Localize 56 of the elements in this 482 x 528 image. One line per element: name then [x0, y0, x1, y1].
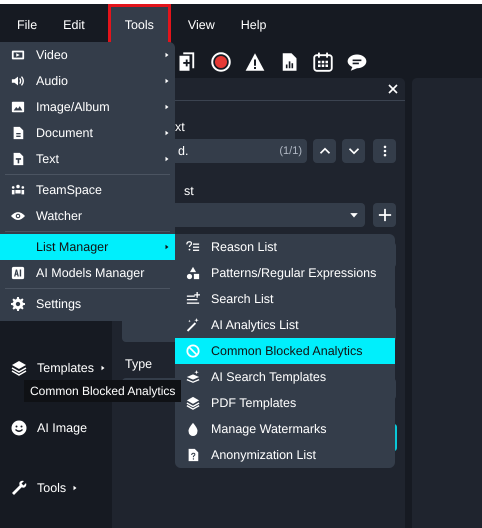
ban-icon: [186, 344, 200, 358]
droplet-icon: [186, 422, 200, 436]
field-label: st: [184, 183, 194, 199]
file-add-icon[interactable]: [176, 52, 196, 72]
people-icon: [11, 183, 25, 197]
menu-tab[interactable]: Help: [230, 4, 278, 46]
wrench-icon[interactable]: [11, 480, 27, 496]
speaker-icon: [11, 74, 25, 88]
menu-item[interactable]: Patterns/Regular Expressions: [175, 260, 395, 286]
menu-item[interactable]: Settings: [0, 291, 175, 317]
record-icon[interactable]: [210, 52, 230, 72]
menu-item[interactable]: TeamSpace: [0, 177, 175, 203]
previous-button[interactable]: [313, 139, 336, 163]
film-icon: [11, 48, 25, 62]
menu-item[interactable]: AI Models Manager: [0, 260, 175, 286]
calendar-icon[interactable]: [312, 52, 332, 72]
plus-icon: [378, 208, 392, 222]
question-list-icon: [186, 240, 200, 254]
file-question-icon: [186, 448, 200, 462]
menu-tab[interactable]: View: [176, 4, 226, 46]
ai-badge-icon: [11, 266, 25, 280]
menu-item[interactable]: List Manager: [0, 234, 175, 260]
chat-icon[interactable]: [346, 52, 366, 72]
text-file-icon: [11, 152, 25, 166]
dropdown-caret-icon: [349, 210, 359, 220]
settings-icon: [11, 297, 25, 311]
sparkle-layers-icon: [186, 370, 200, 384]
shapes-icon: [186, 266, 200, 280]
menu-item[interactable]: Image/Album: [0, 94, 175, 120]
next-button[interactable]: [342, 139, 365, 163]
menu-item[interactable]: Audio: [0, 68, 175, 94]
menu-item[interactable]: Anonymization List: [175, 442, 395, 468]
menu-item[interactable]: Reason List: [175, 234, 395, 260]
add-button[interactable]: [373, 203, 396, 227]
menu-item[interactable]: Search List: [175, 286, 395, 312]
image-icon: [11, 100, 25, 114]
sidebar-item[interactable]: AI Image: [37, 421, 88, 435]
menu-item[interactable]: Common Blocked Analytics: [175, 338, 395, 364]
sidebar-item[interactable]: Templates: [37, 361, 94, 375]
layers-icon[interactable]: [11, 360, 27, 376]
warning-icon[interactable]: [244, 52, 264, 72]
list-add-icon: [186, 292, 200, 306]
more-button[interactable]: [373, 139, 396, 163]
tooltip: Common Blocked Analytics: [24, 380, 182, 402]
menu-item[interactable]: AI Analytics List: [175, 312, 395, 338]
document-icon: [11, 126, 25, 140]
sidebar-item[interactable]: Tools: [37, 481, 66, 495]
field-label: xt: [175, 119, 185, 135]
field-label: Type: [125, 356, 152, 372]
eye-icon: [11, 209, 25, 223]
menu-item[interactable]: Watcher: [0, 203, 175, 229]
magic-wand-icon: [186, 318, 200, 332]
layers-icon: [186, 396, 200, 410]
smiley-icon[interactable]: [11, 420, 27, 436]
menu-item[interactable]: Manage Watermarks: [175, 416, 395, 442]
close-icon[interactable]: [388, 84, 398, 94]
